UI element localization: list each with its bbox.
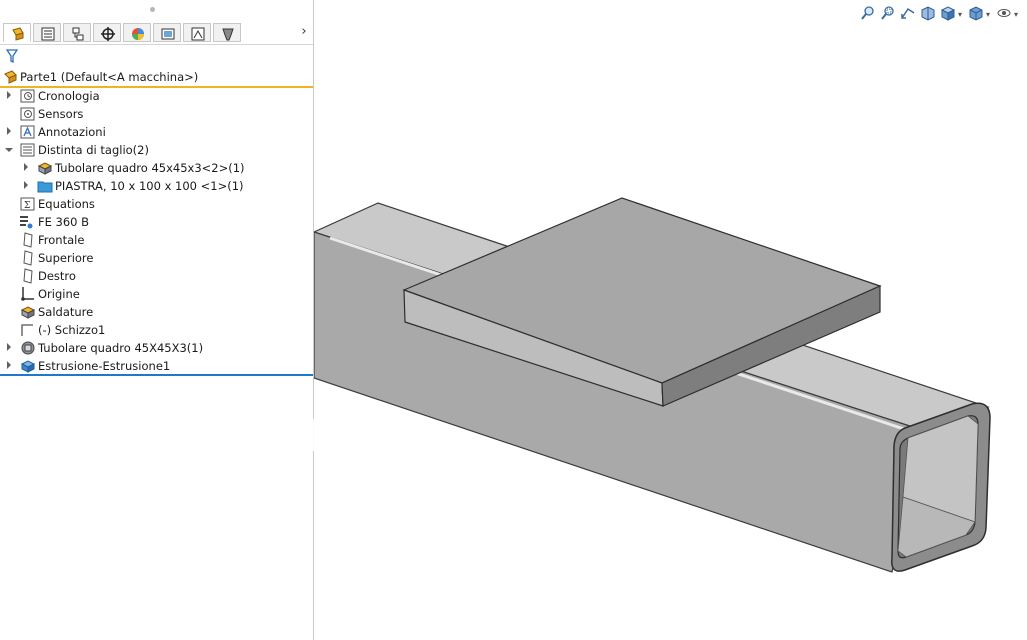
section-view-icon[interactable] bbox=[920, 5, 936, 21]
tree-item-origine[interactable]: Origine bbox=[0, 285, 313, 303]
tree-item-label: Cronologia bbox=[38, 89, 100, 103]
cut-list-icon bbox=[20, 143, 35, 157]
expand-arrow-icon[interactable] bbox=[24, 181, 28, 189]
origin-icon bbox=[21, 287, 34, 301]
tree-item-equations[interactable]: Σ Equations bbox=[0, 195, 313, 213]
tree-item-tubolare-quadro-cutlist[interactable]: Tubolare quadro 45x45x3<2>(1) bbox=[0, 159, 313, 177]
tab-feature-manager[interactable] bbox=[3, 23, 31, 42]
filter-icon bbox=[6, 49, 18, 63]
feature-manager-icon bbox=[12, 27, 24, 41]
display-style-dropdown-icon[interactable]: ▾ bbox=[986, 10, 990, 19]
panel-tab-bar bbox=[0, 22, 313, 45]
tree-item-piastra[interactable]: PIASTRA, 10 x 100 x 100 <1>(1) bbox=[0, 177, 313, 195]
view-orientation-dropdown-icon[interactable]: ▾ bbox=[958, 10, 962, 19]
tree-item-annotazioni[interactable]: Annotazioni bbox=[0, 123, 313, 141]
plane-icon bbox=[23, 232, 33, 248]
drawing-icon bbox=[191, 27, 205, 41]
tree-item-label: Sensors bbox=[38, 107, 84, 121]
annotations-icon bbox=[20, 125, 35, 139]
tree-item-label: Annotazioni bbox=[38, 125, 106, 139]
tree-item-frontale[interactable]: Frontale bbox=[0, 231, 313, 249]
expand-arrow-icon[interactable] bbox=[7, 343, 11, 351]
tab-display-manager[interactable] bbox=[123, 23, 151, 42]
weldment-tube-icon bbox=[37, 162, 53, 175]
feature-manager-panel: › Parte1 (Default<A macchina>) Cronologi… bbox=[0, 0, 314, 640]
tab-drawing[interactable] bbox=[183, 23, 211, 42]
expand-arrow-icon[interactable] bbox=[7, 127, 11, 135]
tree-item-label: (-) Schizzo1 bbox=[38, 323, 106, 337]
welds-icon bbox=[20, 306, 36, 319]
tree-item-sensors[interactable]: Sensors bbox=[0, 105, 313, 123]
sensors-icon bbox=[20, 107, 35, 121]
tab-weldment[interactable] bbox=[213, 23, 241, 42]
expand-arrow-icon[interactable] bbox=[24, 163, 28, 171]
expand-arrow-icon[interactable] bbox=[7, 361, 11, 369]
tree-item-estrusione[interactable]: Estrusione-Estrusione1 bbox=[0, 357, 313, 375]
collapse-arrow-icon[interactable] bbox=[5, 148, 13, 152]
folder-icon bbox=[37, 181, 53, 193]
zoom-to-fit-icon[interactable] bbox=[860, 5, 876, 21]
dimxpert-icon bbox=[101, 27, 115, 41]
display-style-icon[interactable] bbox=[968, 5, 984, 21]
extrude-icon bbox=[20, 360, 36, 373]
panel-grip[interactable] bbox=[150, 7, 155, 12]
tree-item-label: Superiore bbox=[38, 251, 94, 265]
part-icon bbox=[4, 70, 17, 84]
plane-icon bbox=[23, 250, 33, 266]
tab-cam[interactable] bbox=[153, 23, 181, 42]
tab-property-manager[interactable] bbox=[33, 23, 61, 42]
tree-item-cronologia[interactable]: Cronologia bbox=[0, 87, 313, 105]
tree-item-label: Estrusione-Estrusione1 bbox=[38, 359, 171, 373]
previous-view-icon[interactable] bbox=[900, 5, 916, 21]
heads-up-view-toolbar: ▾ ▾ ▾ bbox=[858, 5, 1023, 23]
property-manager-icon bbox=[41, 27, 55, 41]
tree-item-schizzo1[interactable]: (-) Schizzo1 bbox=[0, 321, 313, 339]
plane-icon bbox=[23, 268, 33, 284]
tab-overflow-chevron-icon[interactable]: › bbox=[298, 25, 310, 39]
tree-item-label: Tubolare quadro 45X45X3(1) bbox=[38, 341, 204, 355]
svg-text:Σ: Σ bbox=[24, 201, 30, 211]
expand-arrow-icon[interactable] bbox=[7, 91, 11, 99]
tab-configuration-manager[interactable] bbox=[63, 23, 91, 42]
view-orientation-icon[interactable] bbox=[940, 5, 956, 21]
weldment-icon bbox=[222, 28, 234, 41]
configuration-manager-icon bbox=[72, 27, 84, 41]
cam-icon bbox=[161, 28, 175, 40]
tree-item-label: Equations bbox=[38, 197, 95, 211]
tree-root-label: Parte1 (Default<A macchina>) bbox=[20, 70, 199, 84]
tree-item-tubolare-quadro-feature[interactable]: Tubolare quadro 45X45X3(1) bbox=[0, 339, 313, 357]
hide-show-icon[interactable] bbox=[996, 5, 1012, 21]
tree-item-label: Distinta di taglio(2) bbox=[38, 143, 149, 157]
tree-item-label: Frontale bbox=[38, 233, 85, 247]
tree-root-part[interactable]: Parte1 (Default<A macchina>) bbox=[0, 68, 313, 88]
tree-item-destro[interactable]: Destro bbox=[0, 267, 313, 285]
display-manager-icon bbox=[132, 28, 144, 40]
equations-icon: Σ bbox=[20, 197, 35, 211]
material-icon bbox=[20, 216, 33, 229]
tree-item-label: Destro bbox=[38, 269, 76, 283]
history-icon bbox=[20, 89, 35, 103]
tree-item-label: PIASTRA, 10 x 100 x 100 <1>(1) bbox=[55, 179, 244, 193]
graphics-area[interactable] bbox=[314, 0, 1027, 640]
structural-member-icon bbox=[21, 341, 35, 355]
tree-item-distinta-di-taglio[interactable]: Distinta di taglio(2) bbox=[0, 141, 313, 159]
tree-filter[interactable] bbox=[4, 48, 309, 66]
tree-item-material[interactable]: FE 360 B bbox=[0, 213, 313, 231]
zoom-to-area-icon[interactable] bbox=[880, 5, 896, 21]
sketch-icon bbox=[21, 324, 33, 336]
tree-item-label: Tubolare quadro 45x45x3<2>(1) bbox=[55, 161, 245, 175]
tab-dimxpert[interactable] bbox=[93, 23, 121, 42]
3d-model[interactable] bbox=[314, 0, 1027, 640]
tree-item-saldature[interactable]: Saldature bbox=[0, 303, 313, 321]
rollback-bar[interactable] bbox=[0, 374, 313, 376]
tree-item-label: Saldature bbox=[38, 305, 94, 319]
hide-show-dropdown-icon[interactable]: ▾ bbox=[1014, 10, 1018, 19]
tree-item-label: Origine bbox=[38, 287, 80, 301]
tree-item-label: FE 360 B bbox=[38, 215, 90, 229]
tree-item-superiore[interactable]: Superiore bbox=[0, 249, 313, 267]
